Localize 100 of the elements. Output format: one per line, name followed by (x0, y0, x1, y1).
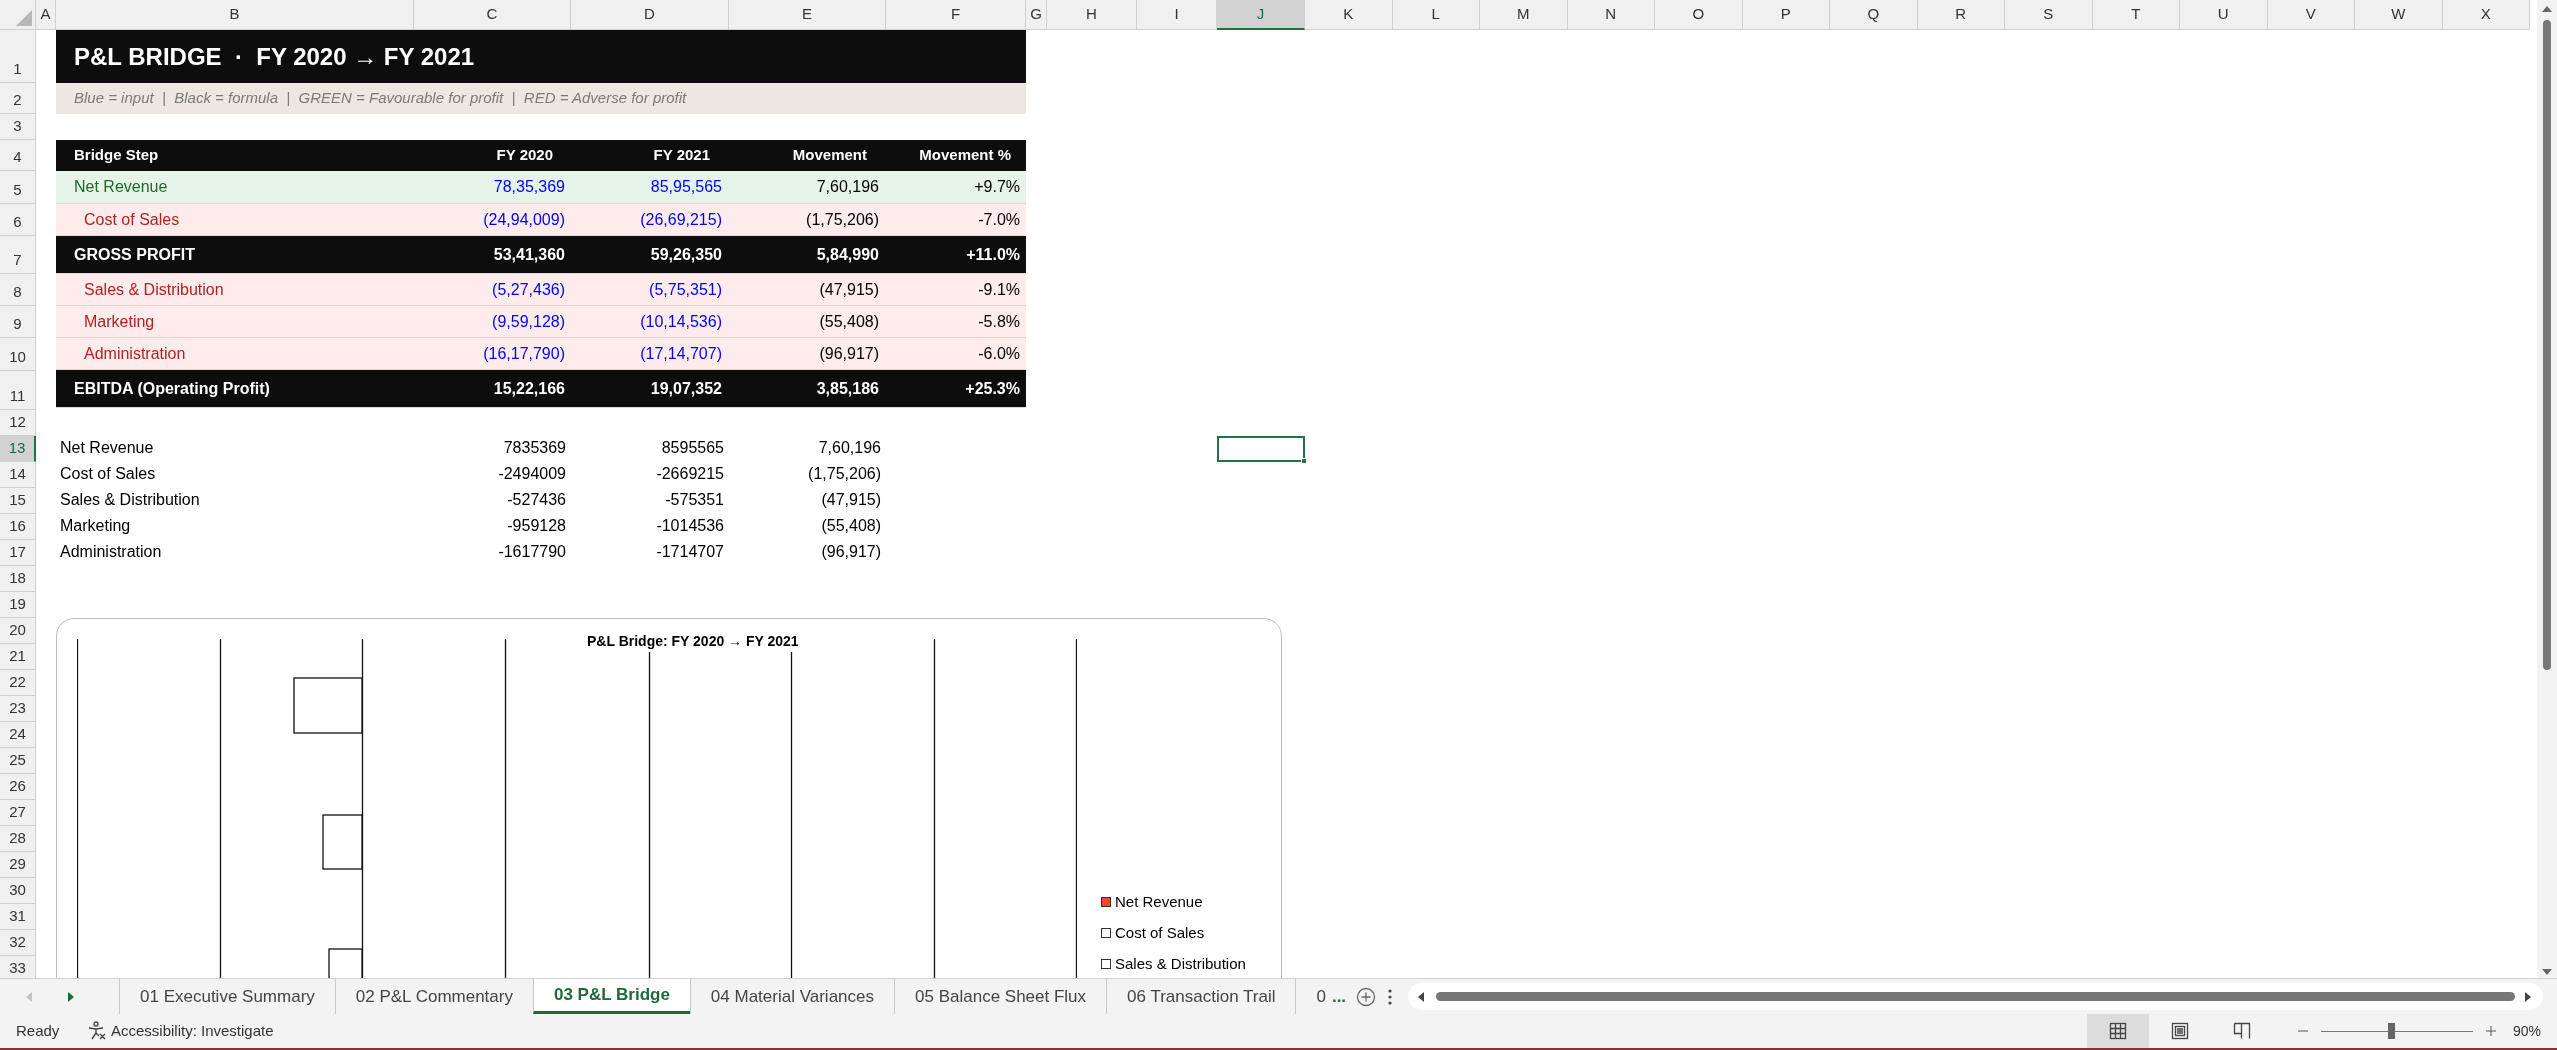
row-header[interactable]: 15 (0, 488, 36, 514)
row-header[interactable]: 16 (0, 514, 36, 540)
column-header[interactable]: E (729, 0, 886, 30)
table-cell: (24,94,009) (483, 210, 565, 228)
column-header[interactable]: F (886, 0, 1026, 30)
column-header[interactable]: J (1217, 0, 1305, 30)
table-cell: (10,14,536) (640, 312, 722, 330)
column-header[interactable]: U (2180, 0, 2268, 30)
table-cell: 19,07,352 (650, 379, 722, 397)
column-header[interactable]: W (2355, 0, 2443, 30)
row-header[interactable]: 17 (0, 540, 36, 566)
row-header[interactable]: 14 (0, 462, 36, 488)
row-header[interactable]: 27 (0, 800, 36, 826)
row-header[interactable]: 24 (0, 722, 36, 748)
table-cell: (16,17,790) (483, 344, 565, 362)
row-header[interactable]: 5 (0, 171, 36, 204)
row-header[interactable]: 11 (0, 371, 36, 410)
table-cell: +9.7% (974, 178, 1020, 195)
row-header[interactable]: 33 (0, 956, 36, 978)
row-header[interactable]: 2 (0, 83, 36, 114)
cell-label: Cost of Sales (60, 465, 156, 482)
zoom-slider-thumb[interactable] (2387, 1023, 2395, 1039)
vertical-scrollbar[interactable] (2537, 0, 2557, 978)
column-header[interactable]: V (2267, 0, 2355, 30)
legend-label: Sales & Distribution (1115, 953, 1246, 974)
row-header[interactable]: 1 (0, 30, 36, 83)
table-cell: 3,85,186 (816, 379, 879, 397)
row-header[interactable]: 6 (0, 204, 36, 236)
row-header[interactable]: 4 (0, 140, 36, 171)
sheet-tab[interactable]: 03 P&L Bridge (532, 979, 690, 1014)
column-header[interactable]: C (414, 0, 571, 30)
column-header[interactable]: A (36, 0, 56, 30)
row-header[interactable]: 32 (0, 930, 36, 956)
view-icon (2108, 1022, 2127, 1040)
table-cell: (5,27,436) (492, 280, 565, 298)
row-header[interactable]: 21 (0, 644, 36, 670)
selected-cell[interactable] (1217, 436, 1305, 462)
column-header[interactable]: Q (1830, 0, 1918, 30)
bridge-step-label: Marketing (84, 312, 155, 330)
colour-key-note: Blue = input | Black = formula | GREEN = Favourable for profit | RED = Adverse for profit (56, 83, 1026, 114)
column-header[interactable]: G (1026, 0, 1047, 30)
bridge-step-label: GROSS PROFIT (74, 245, 195, 263)
row-header[interactable]: 12 (0, 410, 36, 436)
more-tabs-ellipsis[interactable]: ... (1331, 983, 1347, 1010)
table-cell: -2494009 (498, 465, 566, 482)
ready-status: Ready (15, 1020, 61, 1041)
column-header[interactable]: M (1480, 0, 1568, 30)
row-header[interactable]: 29 (0, 852, 36, 878)
table-cell: (1,75,206) (808, 465, 881, 482)
row-header[interactable]: 22 (0, 670, 36, 696)
row-header[interactable]: 3 (0, 114, 36, 140)
column-header[interactable]: P (1742, 0, 1830, 30)
table-cell: -1714707 (656, 543, 724, 560)
row-header[interactable]: 8 (0, 274, 36, 306)
column-header[interactable]: H (1047, 0, 1137, 30)
row-header[interactable]: 13 (0, 436, 36, 462)
column-header[interactable]: T (2092, 0, 2180, 30)
column-header[interactable]: I (1137, 0, 1217, 30)
row-header[interactable]: 28 (0, 826, 36, 852)
bridge-step-label: Cost of Sales (84, 210, 180, 228)
row-header[interactable]: 30 (0, 878, 36, 904)
accessibility-button[interactable]: Accessibility: Investigate (87, 1019, 274, 1043)
zoom-slider[interactable] (2320, 1022, 2473, 1040)
table-cell: 5,84,990 (816, 245, 879, 263)
zoom-in-icon[interactable] (2484, 1025, 2497, 1037)
bridge-step-label: EBITDA (Operating Profit) (74, 379, 270, 397)
add-sheet-icon[interactable] (1356, 986, 1377, 1007)
table-cell: (96,917) (819, 344, 879, 362)
zoom-level[interactable]: 90% (2512, 1020, 2541, 1042)
table-cell: (17,14,707) (640, 344, 722, 362)
row-header[interactable]: 9 (0, 306, 36, 338)
row-header[interactable]: 7 (0, 236, 36, 274)
column-header[interactable]: R (1917, 0, 2005, 30)
column-header[interactable]: O (1655, 0, 1743, 30)
column-header[interactable]: D (571, 0, 729, 30)
column-header[interactable]: N (1567, 0, 1655, 30)
cell-label: Net Revenue (60, 439, 154, 456)
table-cell: (1,75,206) (806, 210, 879, 228)
view-icon (2170, 1022, 2189, 1040)
column-header[interactable]: B (56, 0, 414, 30)
column-header[interactable]: K (1305, 0, 1393, 30)
row-header[interactable]: 25 (0, 748, 36, 774)
table-cell: 15,22,166 (493, 379, 565, 397)
row-header[interactable]: 26 (0, 774, 36, 800)
row-header[interactable]: 31 (0, 904, 36, 930)
bridge-step-label: Administration (84, 344, 186, 362)
row-header[interactable]: 10 (0, 338, 36, 371)
table-cell: (26,69,215) (640, 210, 722, 228)
row-header[interactable]: 18 (0, 566, 36, 592)
row-header[interactable]: 20 (0, 618, 36, 644)
column-header[interactable]: X (2442, 0, 2530, 30)
horizontal-scrollbar[interactable] (1408, 983, 2543, 1010)
chart-area[interactable]: P&L Bridge: FY 2020 → FY 2021 Net Revenue Cost of Sales Sales & Distribution (56, 618, 1282, 978)
table-cell: (5,75,351) (649, 280, 722, 298)
row-header[interactable]: 23 (0, 696, 36, 722)
row-header[interactable]: 19 (0, 592, 36, 618)
more-options-icon[interactable] (1388, 988, 1393, 1005)
column-header[interactable]: L (1392, 0, 1480, 30)
view-button[interactable] (2086, 1014, 2149, 1048)
column-header[interactable]: S (2005, 0, 2093, 30)
